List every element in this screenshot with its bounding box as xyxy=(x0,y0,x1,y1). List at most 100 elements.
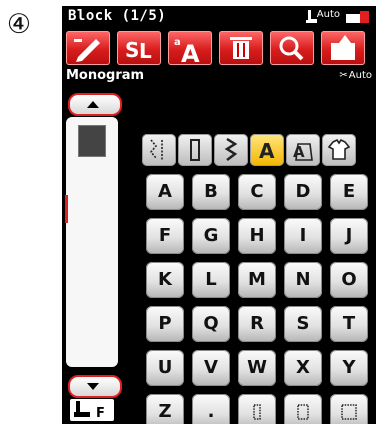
page-title: Block (1/5) xyxy=(68,8,167,24)
key-label: G xyxy=(203,225,219,246)
section-label: Monogram xyxy=(66,68,145,83)
key-f[interactable]: F xyxy=(146,218,184,254)
delete-icon xyxy=(230,37,252,59)
svg-text:S: S xyxy=(125,38,139,62)
key-label: W xyxy=(247,357,267,378)
key-label: P xyxy=(158,313,172,334)
pattern-thumbnail[interactable] xyxy=(78,125,106,157)
key-n[interactable]: N xyxy=(284,262,322,298)
alphabet-icon: A xyxy=(259,139,275,163)
key-label: N xyxy=(295,269,311,290)
key-label: X xyxy=(296,357,310,378)
key-a[interactable]: A xyxy=(146,174,184,210)
key-z[interactable]: Z xyxy=(146,394,184,424)
category-decorative-tab[interactable] xyxy=(214,134,248,166)
side-panel: F xyxy=(65,93,122,423)
key-label: . xyxy=(207,401,215,422)
memory-button[interactable] xyxy=(321,31,365,65)
key-r[interactable]: R xyxy=(238,306,276,342)
key-label: F xyxy=(158,225,172,246)
key-label: T xyxy=(342,313,356,334)
auto-label-2: Auto xyxy=(348,70,372,81)
edit-button[interactable] xyxy=(66,31,110,65)
delete-button[interactable] xyxy=(219,31,263,65)
key-s[interactable]: S xyxy=(284,306,322,342)
key-label: Y xyxy=(342,357,356,378)
scroll-down-button[interactable] xyxy=(68,375,122,398)
key-b[interactable]: B xyxy=(192,174,230,210)
key-label: U xyxy=(157,357,173,378)
title-bar: Block (1/5) Auto xyxy=(66,6,372,28)
key-k[interactable]: K xyxy=(146,262,184,298)
key-label: D xyxy=(295,181,311,202)
arrow-up-icon xyxy=(87,101,99,108)
key-h[interactable]: H xyxy=(238,218,276,254)
satin-icon xyxy=(190,139,200,161)
mirror-icon: S L xyxy=(125,38,152,63)
key-u[interactable]: U xyxy=(146,350,184,386)
key-label: V xyxy=(204,357,218,378)
category-stitch-tab[interactable] xyxy=(142,134,176,166)
key-label: K xyxy=(158,269,172,290)
key-label: L xyxy=(205,269,217,290)
space-key-2[interactable] xyxy=(284,394,322,424)
foot-label: F xyxy=(96,406,105,421)
auto-thread-cut[interactable]: ✂Auto xyxy=(339,70,372,81)
space-width-icon xyxy=(341,404,357,420)
key-c[interactable]: C xyxy=(238,174,276,210)
size-button[interactable]: a A xyxy=(168,31,212,65)
key-label: J xyxy=(345,225,353,246)
category-quilt-tab[interactable]: A xyxy=(286,134,320,166)
key-l[interactable]: L xyxy=(192,262,230,298)
size-icon: a A xyxy=(174,37,200,65)
key-label: Q xyxy=(203,313,219,334)
key-x[interactable]: X xyxy=(284,350,322,386)
stitch-pattern-icon xyxy=(149,139,163,160)
key-period[interactable]: . xyxy=(192,394,230,424)
pattern-list[interactable] xyxy=(65,117,118,367)
key-label: R xyxy=(250,313,264,334)
category-shirt-tab[interactable] xyxy=(322,134,356,166)
mirror-button[interactable]: S L xyxy=(117,31,161,65)
key-e[interactable]: E xyxy=(330,174,368,210)
key-d[interactable]: D xyxy=(284,174,322,210)
key-label: M xyxy=(248,269,266,290)
key-label: H xyxy=(249,225,265,246)
scroll-up-button[interactable] xyxy=(68,93,122,116)
scroll-marker xyxy=(65,195,68,223)
space-width-icon xyxy=(253,404,261,420)
decorative-icon xyxy=(224,137,238,161)
key-q[interactable]: Q xyxy=(192,306,230,342)
memory-icon xyxy=(331,35,355,60)
zoom-icon xyxy=(279,36,304,61)
key-j[interactable]: J xyxy=(330,218,368,254)
auto-label: Auto xyxy=(316,9,340,20)
quilt-icon: A xyxy=(293,143,313,161)
key-o[interactable]: O xyxy=(330,262,368,298)
space-key-3[interactable] xyxy=(330,394,368,424)
key-label: C xyxy=(250,181,264,202)
key-i[interactable]: I xyxy=(284,218,322,254)
key-p[interactable]: P xyxy=(146,306,184,342)
space-key-1[interactable] xyxy=(238,394,276,424)
svg-text:L: L xyxy=(139,39,152,63)
key-label: Z xyxy=(158,401,172,422)
zoom-button[interactable] xyxy=(270,31,314,65)
toolbar: S L a A xyxy=(66,31,372,65)
key-w[interactable]: W xyxy=(238,350,276,386)
key-label: B xyxy=(204,181,218,202)
key-v[interactable]: V xyxy=(192,350,230,386)
presser-foot-button[interactable]: F xyxy=(70,399,114,421)
key-t[interactable]: T xyxy=(330,306,368,342)
presser-foot-f-icon: F xyxy=(74,401,105,421)
step-marker: ④ xyxy=(6,9,32,40)
key-g[interactable]: G xyxy=(192,218,230,254)
category-alphabet-tab[interactable]: A xyxy=(250,134,284,166)
svg-text:A: A xyxy=(293,143,305,161)
key-label: E xyxy=(342,181,356,202)
category-satin-tab[interactable] xyxy=(178,134,212,166)
key-m[interactable]: M xyxy=(238,262,276,298)
key-y[interactable]: Y xyxy=(330,350,368,386)
svg-text:A: A xyxy=(259,139,275,163)
svg-text:a: a xyxy=(174,37,181,48)
